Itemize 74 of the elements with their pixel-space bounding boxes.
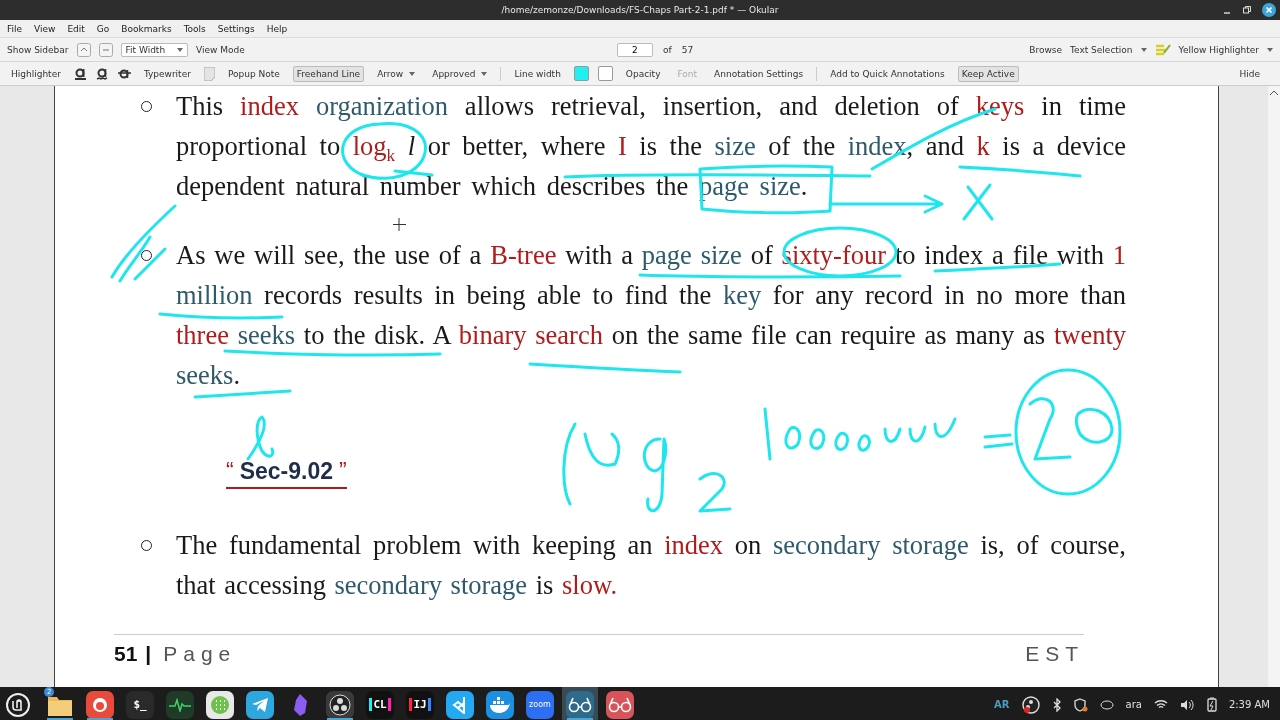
- underline-icon[interactable]: [73, 67, 87, 80]
- cursor-icon: [392, 217, 407, 232]
- code-editor-app-icon[interactable]: [446, 690, 474, 719]
- menu-item[interactable]: Go: [96, 23, 110, 34]
- page-up-icon[interactable]: [76, 42, 91, 57]
- highlighter-icon: [1154, 42, 1171, 57]
- section-heading: “ Sec-9.02 ”: [226, 456, 347, 489]
- browser-app-icon[interactable]: [86, 690, 114, 719]
- restore-icon[interactable]: [1242, 5, 1252, 15]
- view-mode-button[interactable]: View Mode: [196, 44, 245, 55]
- close-icon[interactable]: [1262, 3, 1276, 17]
- menu-item[interactable]: View: [34, 23, 56, 34]
- shield-icon[interactable]: [1073, 697, 1088, 712]
- menu-item[interactable]: Tools: [183, 23, 206, 34]
- paragraph: The fundamental problem with keeping an index on secondary storage is, of course, that accessing secondary storage is slow.: [176, 529, 1126, 602]
- record-icon[interactable]: [1021, 695, 1040, 714]
- show-sidebar-button[interactable]: Show Sidebar: [7, 44, 69, 55]
- page-label: Page: [163, 641, 237, 667]
- video-call-app-icon[interactable]: zoom: [526, 690, 554, 719]
- whale-app-icon[interactable]: [486, 690, 514, 719]
- recorder-app-icon[interactable]: [326, 690, 354, 719]
- scrollbar[interactable]: [1268, 86, 1280, 687]
- menu-item[interactable]: Bookmarks: [121, 23, 172, 34]
- annotation-tool[interactable]: Hide: [1235, 65, 1264, 82]
- annotation-tool[interactable]: Highlighter: [7, 65, 65, 82]
- scroll-up-icon[interactable]: [1270, 90, 1278, 96]
- annotation-tool[interactable]: Line width: [510, 65, 565, 82]
- strikethrough-icon[interactable]: [117, 67, 131, 80]
- window-title: /home/zemonze/Downloads/FS-Chaps Part-2-1.pdf * — Okular: [501, 5, 779, 15]
- terminal-app-icon[interactable]: $_: [126, 690, 154, 719]
- color-swatch[interactable]: [597, 66, 613, 81]
- menu-item[interactable]: File: [7, 23, 23, 34]
- zoom-dropdown[interactable]: Fit Width: [120, 42, 189, 57]
- annotation-tool[interactable]: Add to Quick Annotations: [826, 65, 949, 82]
- glasses-app-icon[interactable]: [606, 690, 634, 719]
- keyboard-indicator[interactable]: AR: [994, 699, 1010, 710]
- ide-app-icon[interactable]: CL: [366, 690, 394, 719]
- highlighter-tool-button[interactable]: Yellow Highlighter: [1178, 44, 1259, 55]
- app-grid-icon[interactable]: [206, 690, 234, 719]
- footer-text: EST: [1025, 641, 1084, 667]
- annotation-tool[interactable]: Popup Note: [223, 65, 284, 82]
- start-menu-icon[interactable]: [6, 692, 30, 717]
- annotation-tool[interactable]: Typewriter: [139, 65, 195, 82]
- annotation-tool[interactable]: Opacity: [621, 65, 665, 82]
- page-number: 51: [114, 641, 138, 667]
- annotation-toggle[interactable]: Keep Active: [957, 65, 1019, 82]
- glasses-app-icon[interactable]: [566, 690, 594, 719]
- page-of-label: of: [663, 44, 672, 55]
- annotation-toggle[interactable]: Freehand Line: [292, 65, 365, 82]
- menu-item[interactable]: Edit: [67, 23, 85, 34]
- ide-app-icon[interactable]: IJ: [406, 690, 434, 719]
- annotation-dropdown[interactable]: Arrow: [373, 65, 420, 82]
- volume-icon[interactable]: [1179, 698, 1195, 711]
- color-swatch[interactable]: [573, 66, 589, 81]
- chip-icon[interactable]: [1099, 699, 1114, 710]
- caret-icon[interactable]: [1267, 47, 1273, 52]
- system-monitor-app-icon[interactable]: [166, 690, 194, 719]
- page-number-field[interactable]: 2: [617, 42, 653, 57]
- text-selection-button[interactable]: Text Selection: [1070, 44, 1133, 55]
- annotation-dropdown[interactable]: Approved: [428, 65, 492, 82]
- wifi-icon[interactable]: [1153, 699, 1168, 710]
- footer-separator: |: [145, 641, 152, 667]
- caret-icon[interactable]: [1140, 47, 1147, 52]
- battery-icon[interactable]: [1206, 697, 1217, 712]
- annotation-tool[interactable]: Annotation Settings: [710, 65, 808, 82]
- clock[interactable]: 2:39 AM: [1228, 699, 1270, 710]
- keyboard-layout[interactable]: ara: [1125, 699, 1142, 710]
- menu-item[interactable]: Settings: [217, 23, 255, 34]
- browse-button[interactable]: Browse: [1029, 44, 1063, 55]
- menu-item[interactable]: Help: [266, 23, 288, 34]
- page-total-label: 57: [681, 44, 694, 55]
- squiggle-underline-icon[interactable]: [95, 67, 109, 80]
- paper-plane-app-icon[interactable]: [246, 690, 274, 719]
- bluetooth-icon[interactable]: [1051, 697, 1062, 712]
